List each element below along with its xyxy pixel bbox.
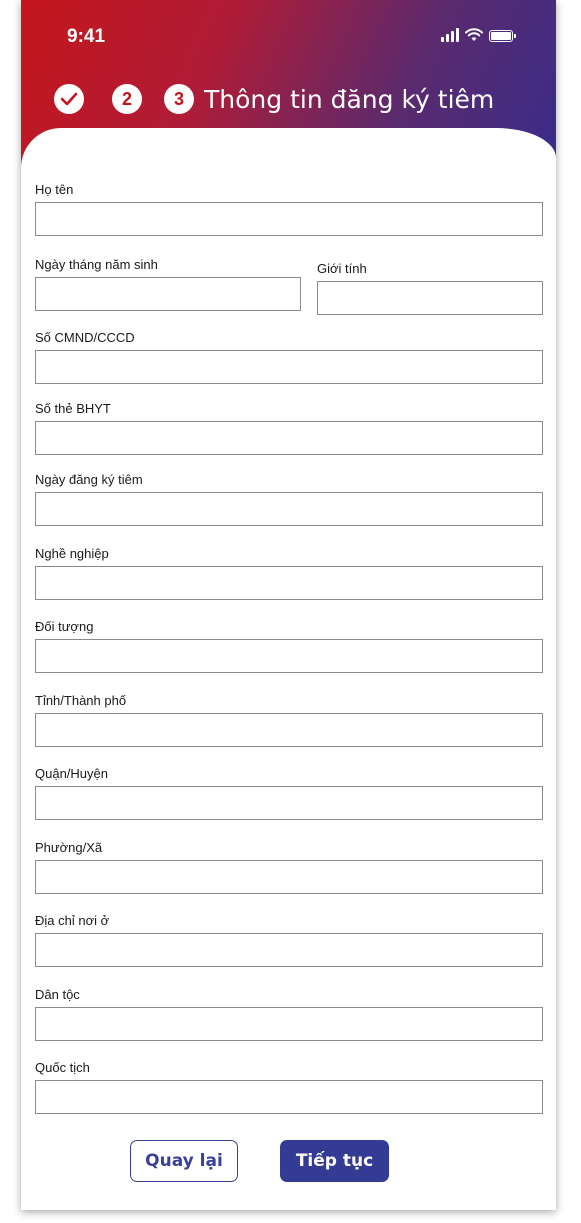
field-cmnd: Số CMND/CCCD — [35, 330, 543, 384]
tinh-input[interactable] — [35, 713, 543, 747]
gioi-tinh-label: Giới tính — [317, 261, 367, 276]
field-quoc-tich: Quốc tịch — [35, 1060, 543, 1114]
page-title: Thông tin đăng ký tiêm — [204, 84, 495, 114]
tinh-label: Tỉnh/Thành phố — [35, 693, 127, 708]
nghe-nghiep-label: Nghề nghiệp — [35, 546, 109, 561]
field-quan: Quận/Huyện — [35, 766, 543, 820]
ngay-dang-ky-input[interactable] — [35, 492, 543, 526]
wifi-icon — [465, 28, 483, 41]
doi-tuong-input[interactable] — [35, 639, 543, 673]
field-dia-chi: Địa chỉ nơi ở — [35, 913, 543, 967]
field-doi-tuong: Đối tượng — [35, 619, 543, 673]
bhyt-input[interactable] — [35, 421, 543, 455]
dia-chi-input[interactable] — [35, 933, 543, 967]
header-curve — [21, 128, 556, 188]
nghe-nghiep-input[interactable] — [35, 566, 543, 600]
cmnd-input[interactable] — [35, 350, 543, 384]
signal-icon — [441, 28, 459, 42]
status-icons — [441, 26, 516, 42]
ngay-sinh-input[interactable] — [35, 277, 301, 311]
field-dan-toc: Dân tộc — [35, 987, 543, 1041]
ngay-dang-ky-label: Ngày đăng ký tiêm — [35, 472, 143, 487]
field-ngay-sinh: Ngày tháng năm sinh — [35, 257, 301, 311]
doi-tuong-label: Đối tượng — [35, 619, 94, 634]
check-icon — [60, 92, 78, 106]
ngay-sinh-label: Ngày tháng năm sinh — [35, 257, 158, 272]
field-nghe-nghiep: Nghề nghiệp — [35, 546, 543, 600]
field-ngay-dang-ky: Ngày đăng ký tiêm — [35, 472, 543, 526]
quan-label: Quận/Huyện — [35, 766, 108, 781]
status-time: 9:41 — [67, 26, 106, 47]
step-1-complete — [54, 84, 84, 114]
dan-toc-label: Dân tộc — [35, 987, 80, 1002]
quan-input[interactable] — [35, 786, 543, 820]
phuong-label: Phường/Xã — [35, 840, 103, 855]
cmnd-label: Số CMND/CCCD — [35, 330, 135, 345]
field-tinh: Tỉnh/Thành phố — [35, 693, 543, 747]
dia-chi-label: Địa chỉ nơi ở — [35, 913, 110, 928]
phone-screen: 9:41 2 3 Thông tin đăng ký tiêm Họ tên N… — [21, 0, 556, 1210]
next-button[interactable]: Tiếp tục — [280, 1140, 389, 1182]
field-bhyt: Số thẻ BHYT — [35, 401, 543, 455]
bhyt-label: Số thẻ BHYT — [35, 401, 111, 416]
battery-icon — [489, 30, 516, 42]
step-2: 2 — [112, 84, 142, 114]
field-gioi-tinh: Giới tính — [317, 261, 543, 315]
back-button[interactable]: Quay lại — [130, 1140, 238, 1182]
quoc-tich-label: Quốc tịch — [35, 1060, 90, 1075]
field-phuong: Phường/Xã — [35, 840, 543, 894]
ho-ten-label: Họ tên — [35, 182, 74, 197]
step-indicator: 2 3 Thông tin đăng ký tiêm — [54, 84, 494, 114]
ho-ten-input[interactable] — [35, 202, 543, 236]
quoc-tich-input[interactable] — [35, 1080, 543, 1114]
phuong-input[interactable] — [35, 860, 543, 894]
gioi-tinh-input[interactable] — [317, 281, 543, 315]
step-3-current: 3 — [164, 84, 194, 114]
field-ho-ten: Họ tên — [35, 182, 543, 236]
dan-toc-input[interactable] — [35, 1007, 543, 1041]
